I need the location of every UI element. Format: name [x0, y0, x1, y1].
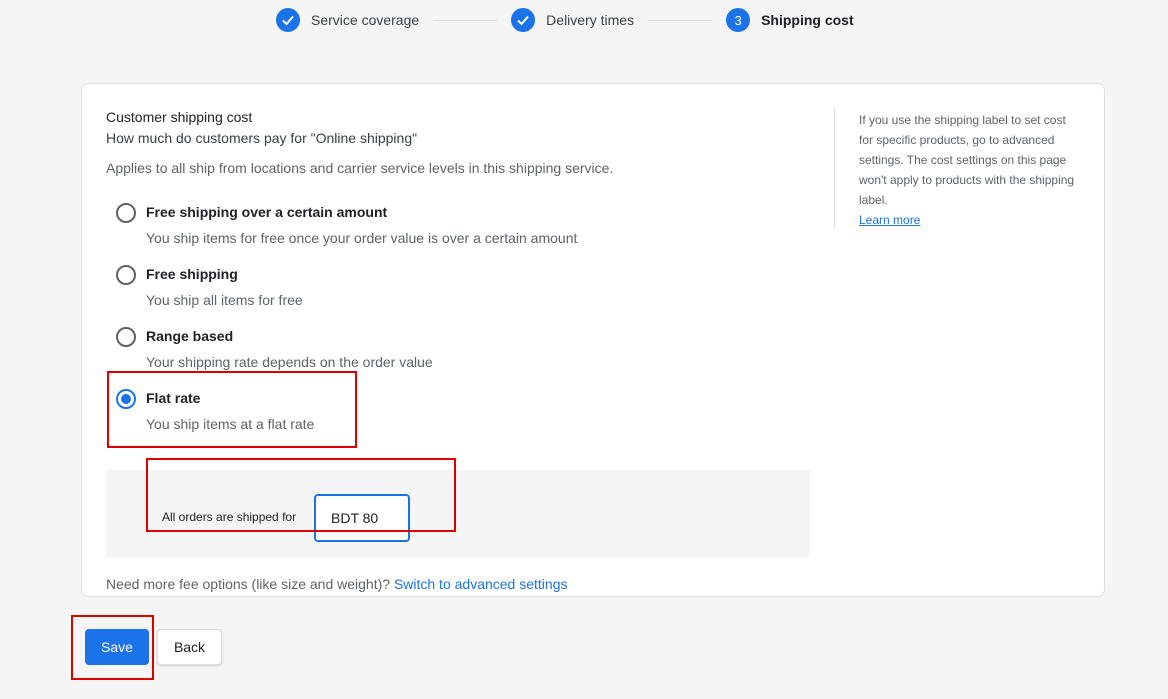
flat-rate-input[interactable]: [314, 494, 410, 542]
side-note-text: If you use the shipping label to set cos…: [859, 113, 1075, 207]
card-subtitle: How much do customers pay for "Online sh…: [106, 130, 418, 146]
check-icon: [511, 8, 536, 32]
flat-rate-panel: All orders are shipped for: [106, 470, 810, 558]
advanced-settings-link[interactable]: Switch to advanced settings: [394, 576, 568, 592]
step-service-coverage[interactable]: Service coverage: [276, 8, 419, 32]
step-shipping-cost[interactable]: 3 Shipping cost: [726, 8, 854, 32]
card-title: Customer shipping cost: [106, 109, 253, 125]
step-delivery-times[interactable]: Delivery times: [511, 8, 634, 32]
option-free-over-amount[interactable]: Free shipping over a certain amount You …: [106, 200, 811, 262]
option-title: Range based: [146, 328, 234, 344]
option-title: Free shipping over a certain amount: [146, 204, 388, 220]
stepper: Service coverage Delivery times 3 Shippi…: [276, 7, 854, 33]
radio-button-selected[interactable]: [116, 389, 136, 409]
side-note: If you use the shipping label to set cos…: [834, 108, 1080, 228]
check-icon: [276, 8, 300, 32]
step-label: Service coverage: [311, 12, 420, 28]
main-column: Customer shipping cost How much do custo…: [106, 108, 811, 592]
back-button[interactable]: Back: [157, 629, 222, 665]
step-connector: [433, 19, 498, 21]
step-label: Delivery times: [546, 12, 635, 28]
card-description: Applies to all ship from locations and c…: [106, 160, 614, 176]
step-label: Shipping cost: [761, 12, 854, 28]
option-title: Flat rate: [146, 390, 201, 406]
option-description: You ship items for free once your order …: [146, 230, 578, 246]
option-title: Free shipping: [146, 266, 238, 282]
shipping-cost-options: Free shipping over a certain amount You …: [106, 200, 811, 448]
option-description: You ship all items for free: [146, 292, 303, 308]
radio-button[interactable]: [116, 203, 136, 223]
step-connector: [648, 19, 713, 21]
shipping-cost-card: Customer shipping cost How much do custo…: [81, 83, 1105, 597]
save-button[interactable]: Save: [85, 629, 149, 665]
option-flat-rate[interactable]: Flat rate You ship items at a flat rate: [106, 386, 811, 448]
option-free-shipping[interactable]: Free shipping You ship all items for fre…: [106, 262, 811, 324]
more-fees-text: Need more fee options (like size and wei…: [106, 576, 391, 592]
option-description: Your shipping rate depends on the order …: [146, 354, 433, 370]
step-number: 3: [726, 8, 751, 32]
learn-more-link[interactable]: Learn more: [859, 213, 920, 227]
flat-rate-label: All orders are shipped for: [162, 510, 297, 524]
option-range-based[interactable]: Range based Your shipping rate depends o…: [106, 324, 811, 386]
more-fees-row: Need more fee options (like size and wei…: [106, 576, 567, 592]
radio-button[interactable]: [116, 265, 136, 285]
option-description: You ship items at a flat rate: [146, 416, 315, 432]
radio-button[interactable]: [116, 327, 136, 347]
